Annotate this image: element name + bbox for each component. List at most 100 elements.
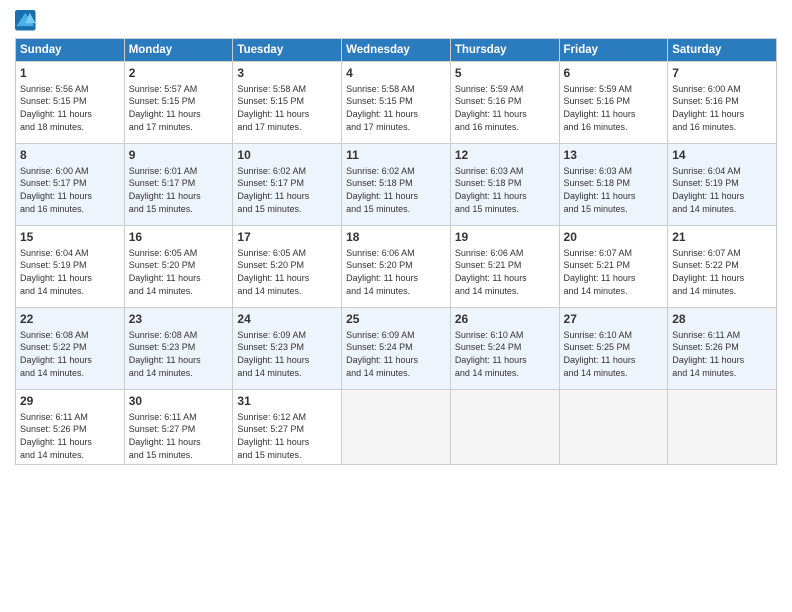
cell-line: Daylight: 11 hours [346, 190, 446, 203]
day-number: 25 [346, 311, 446, 328]
day-number: 18 [346, 229, 446, 246]
cell-line: Sunrise: 6:00 AM [672, 83, 772, 96]
calendar-cell: 25Sunrise: 6:09 AMSunset: 5:24 PMDayligh… [342, 308, 451, 390]
day-number: 14 [672, 147, 772, 164]
day-number: 31 [237, 393, 337, 410]
day-number: 30 [129, 393, 229, 410]
weekday-header: Wednesday [342, 39, 451, 62]
cell-line: Daylight: 11 hours [672, 354, 772, 367]
cell-line: Sunset: 5:17 PM [237, 177, 337, 190]
cell-line: Sunrise: 6:07 AM [564, 247, 664, 260]
day-number: 23 [129, 311, 229, 328]
cell-line: Sunrise: 6:01 AM [129, 165, 229, 178]
calendar-cell: 12Sunrise: 6:03 AMSunset: 5:18 PMDayligh… [450, 144, 559, 226]
cell-line: and 14 minutes. [237, 285, 337, 298]
calendar-cell: 4Sunrise: 5:58 AMSunset: 5:15 PMDaylight… [342, 62, 451, 144]
cell-line: Sunset: 5:20 PM [346, 259, 446, 272]
cell-line: and 14 minutes. [672, 203, 772, 216]
day-number: 19 [455, 229, 555, 246]
day-number: 8 [20, 147, 120, 164]
cell-line: Sunrise: 6:04 AM [20, 247, 120, 260]
cell-line: Sunset: 5:18 PM [564, 177, 664, 190]
cell-line: and 15 minutes. [237, 203, 337, 216]
cell-line: Sunrise: 6:08 AM [129, 329, 229, 342]
cell-line: Sunset: 5:25 PM [564, 341, 664, 354]
cell-line: Sunset: 5:23 PM [237, 341, 337, 354]
day-number: 29 [20, 393, 120, 410]
cell-line: and 17 minutes. [237, 121, 337, 134]
calendar-cell: 3Sunrise: 5:58 AMSunset: 5:15 PMDaylight… [233, 62, 342, 144]
cell-line: and 14 minutes. [455, 285, 555, 298]
cell-line: and 14 minutes. [564, 367, 664, 380]
cell-line: Daylight: 11 hours [237, 436, 337, 449]
cell-line: Sunset: 5:26 PM [20, 423, 120, 436]
weekday-header: Saturday [668, 39, 777, 62]
cell-line: Sunset: 5:19 PM [672, 177, 772, 190]
cell-line: Daylight: 11 hours [237, 354, 337, 367]
cell-line: Sunrise: 5:56 AM [20, 83, 120, 96]
day-number: 9 [129, 147, 229, 164]
cell-line: Daylight: 11 hours [455, 108, 555, 121]
day-number: 27 [564, 311, 664, 328]
cell-line: Daylight: 11 hours [20, 190, 120, 203]
cell-line: and 14 minutes. [20, 367, 120, 380]
cell-line: and 15 minutes. [564, 203, 664, 216]
calendar-cell: 17Sunrise: 6:05 AMSunset: 5:20 PMDayligh… [233, 226, 342, 308]
cell-line: and 14 minutes. [672, 285, 772, 298]
calendar-cell: 30Sunrise: 6:11 AMSunset: 5:27 PMDayligh… [124, 390, 233, 465]
cell-line: and 14 minutes. [346, 285, 446, 298]
cell-line: Sunset: 5:15 PM [20, 95, 120, 108]
weekday-header: Thursday [450, 39, 559, 62]
cell-line: Daylight: 11 hours [20, 272, 120, 285]
calendar-cell: 7Sunrise: 6:00 AMSunset: 5:16 PMDaylight… [668, 62, 777, 144]
cell-line: Daylight: 11 hours [346, 108, 446, 121]
cell-line: Daylight: 11 hours [129, 190, 229, 203]
day-number: 3 [237, 65, 337, 82]
cell-line: Sunset: 5:16 PM [564, 95, 664, 108]
cell-line: Sunset: 5:23 PM [129, 341, 229, 354]
cell-line: Daylight: 11 hours [20, 354, 120, 367]
cell-line: Daylight: 11 hours [346, 272, 446, 285]
cell-line: Daylight: 11 hours [564, 272, 664, 285]
calendar-cell: 5Sunrise: 5:59 AMSunset: 5:16 PMDaylight… [450, 62, 559, 144]
calendar-cell [668, 390, 777, 465]
cell-line: and 14 minutes. [672, 367, 772, 380]
cell-line: and 15 minutes. [129, 449, 229, 462]
cell-line: Sunset: 5:18 PM [346, 177, 446, 190]
cell-line: and 15 minutes. [129, 203, 229, 216]
calendar-cell: 24Sunrise: 6:09 AMSunset: 5:23 PMDayligh… [233, 308, 342, 390]
cell-line: and 14 minutes. [129, 285, 229, 298]
calendar-cell: 2Sunrise: 5:57 AMSunset: 5:15 PMDaylight… [124, 62, 233, 144]
calendar-cell: 21Sunrise: 6:07 AMSunset: 5:22 PMDayligh… [668, 226, 777, 308]
cell-line: Sunrise: 6:07 AM [672, 247, 772, 260]
day-number: 22 [20, 311, 120, 328]
calendar-cell: 1Sunrise: 5:56 AMSunset: 5:15 PMDaylight… [16, 62, 125, 144]
cell-line: Daylight: 11 hours [237, 190, 337, 203]
day-number: 2 [129, 65, 229, 82]
calendar-cell: 28Sunrise: 6:11 AMSunset: 5:26 PMDayligh… [668, 308, 777, 390]
day-number: 26 [455, 311, 555, 328]
cell-line: Sunset: 5:20 PM [237, 259, 337, 272]
cell-line: Daylight: 11 hours [20, 108, 120, 121]
cell-line: Sunrise: 6:10 AM [455, 329, 555, 342]
cell-line: and 15 minutes. [237, 449, 337, 462]
logo-icon [15, 10, 37, 32]
day-number: 11 [346, 147, 446, 164]
cell-line: Sunset: 5:24 PM [455, 341, 555, 354]
day-number: 28 [672, 311, 772, 328]
calendar-cell: 15Sunrise: 6:04 AMSunset: 5:19 PMDayligh… [16, 226, 125, 308]
cell-line: and 16 minutes. [564, 121, 664, 134]
cell-line: Sunset: 5:17 PM [20, 177, 120, 190]
day-number: 24 [237, 311, 337, 328]
cell-line: Daylight: 11 hours [346, 354, 446, 367]
cell-line: Sunset: 5:26 PM [672, 341, 772, 354]
cell-line: Sunrise: 6:03 AM [564, 165, 664, 178]
cell-line: and 17 minutes. [346, 121, 446, 134]
cell-line: and 16 minutes. [672, 121, 772, 134]
cell-line: Sunrise: 6:02 AM [346, 165, 446, 178]
cell-line: Daylight: 11 hours [237, 108, 337, 121]
cell-line: Sunrise: 6:03 AM [455, 165, 555, 178]
weekday-header: Tuesday [233, 39, 342, 62]
cell-line: Daylight: 11 hours [129, 354, 229, 367]
cell-line: Sunset: 5:19 PM [20, 259, 120, 272]
